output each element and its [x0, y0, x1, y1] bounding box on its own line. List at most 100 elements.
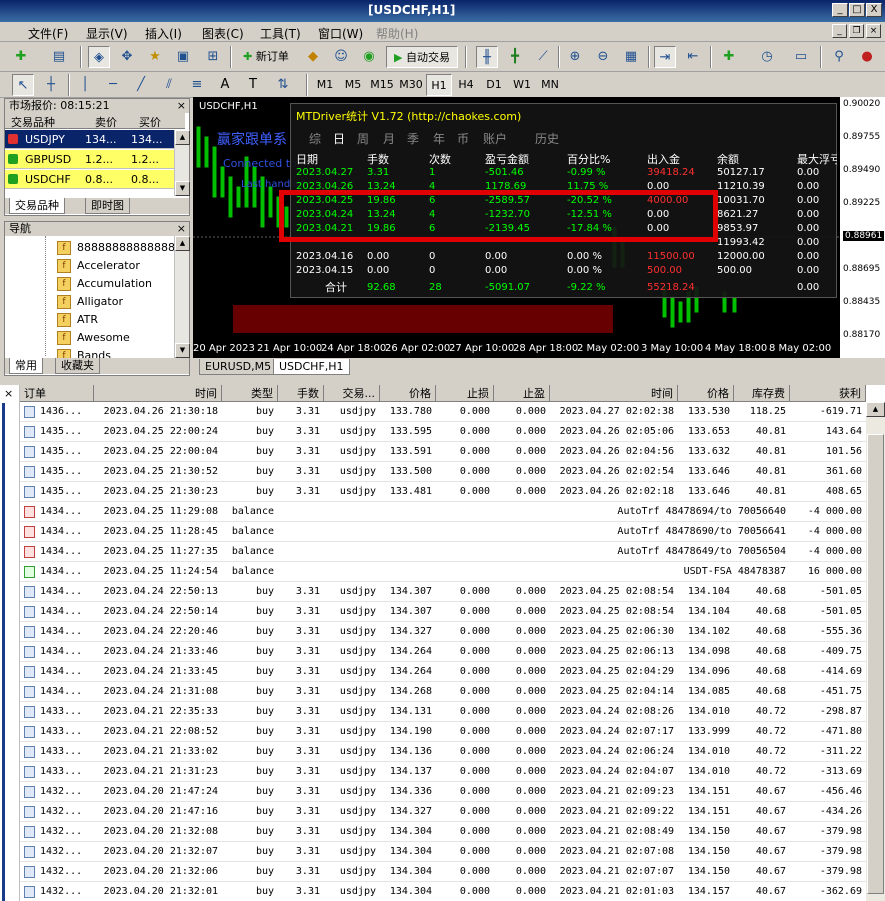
- table-row[interactable]: 1432... 2023.04.20 21:47:16 buy 3.31 usdjpy 1…: [0, 802, 866, 822]
- metaeditor-icon[interactable]: ◆: [302, 46, 324, 68]
- trendline-icon[interactable]: ╱: [130, 74, 152, 96]
- market-watch-icon[interactable]: ◈: [88, 46, 110, 68]
- column-header[interactable]: 订单: [20, 385, 94, 402]
- column-header[interactable]: 库存费: [734, 385, 790, 402]
- table-row[interactable]: 1434... 2023.04.25 11:24:54 balance USDT-FS…: [0, 562, 866, 582]
- zoom-in-icon[interactable]: ⊕: [564, 46, 586, 68]
- bar-chart-icon[interactable]: ╫: [476, 46, 498, 68]
- table-row[interactable]: 1434... 2023.04.24 21:33:45 buy 3.31 usdjpy 1…: [0, 662, 866, 682]
- nav-item[interactable]: f 8888888888888888: [57, 239, 189, 257]
- new-chart-icon[interactable]: ✚: [10, 46, 32, 68]
- column-header[interactable]: 止盈: [494, 385, 550, 402]
- mw-col-bid[interactable]: 卖价: [95, 114, 117, 130]
- chart-tab-usdchf[interactable]: USDCHF,H1: [273, 359, 350, 375]
- column-header[interactable]: 时间: [94, 385, 222, 402]
- signals-icon[interactable]: ◉: [358, 46, 380, 68]
- chart-shift-icon[interactable]: ⇤: [682, 46, 704, 68]
- table-row[interactable]: 1434... 2023.04.25 11:29:08 balance AutoTrf…: [0, 502, 866, 522]
- table-row[interactable]: 1433... 2023.04.21 22:08:52 buy 3.31 usdjpy 1…: [0, 722, 866, 742]
- tf-h4[interactable]: H4: [453, 74, 479, 96]
- table-row[interactable]: 1432... 2023.04.20 21:32:08 buy 3.31 usdjpy 1…: [0, 822, 866, 842]
- table-row[interactable]: 1433... 2023.04.21 21:33:02 buy 3.31 usdjpy 1…: [0, 742, 866, 762]
- column-header[interactable]: 止损: [436, 385, 494, 402]
- mw-row-usdjpy[interactable]: USDJPY 134... 134...: [5, 130, 175, 149]
- text-label-icon[interactable]: T: [242, 74, 264, 96]
- crosshair-icon[interactable]: ┼: [40, 74, 62, 96]
- tab-favorites[interactable]: 收藏夹: [55, 358, 100, 374]
- table-row[interactable]: 1435... 2023.04.25 21:30:52 buy 3.31 usdjpy 1…: [0, 462, 866, 482]
- market-watch-close-icon[interactable]: ×: [177, 99, 186, 113]
- menu-charts[interactable]: 图表(C): [202, 25, 244, 42]
- table-row[interactable]: 1434... 2023.04.24 22:50:13 buy 3.31 usdjpy 1…: [0, 582, 866, 602]
- tf-w1[interactable]: W1: [509, 74, 535, 96]
- tab-common[interactable]: 常用: [9, 358, 43, 374]
- stats-tab-currency[interactable]: 币: [457, 130, 469, 147]
- table-row[interactable]: 1432... 2023.04.20 21:32:07 buy 3.31 usdjpy 1…: [0, 842, 866, 862]
- table-row[interactable]: 1433... 2023.04.21 22:35:33 buy 3.31 usdjpy 1…: [0, 702, 866, 722]
- arrows-icon[interactable]: ⇅: [272, 74, 294, 96]
- alert-icon[interactable]: ●: [856, 46, 878, 68]
- stats-tab-history[interactable]: 历史: [535, 130, 559, 147]
- table-row[interactable]: 1432... 2023.04.20 21:32:01 buy 3.31 usdjpy 1…: [0, 882, 866, 901]
- table-row[interactable]: 1434... 2023.04.25 11:27:35 balance AutoTrf…: [0, 542, 866, 562]
- tf-m30[interactable]: M30: [397, 74, 425, 96]
- stats-tab-month[interactable]: 月: [383, 130, 395, 147]
- nav-item[interactable]: f Awesome: [57, 329, 130, 347]
- scroll-up-icon[interactable]: ▲: [175, 130, 190, 145]
- maximize-button[interactable]: □: [849, 3, 865, 17]
- tf-d1[interactable]: D1: [481, 74, 507, 96]
- nav-item[interactable]: f ATR: [57, 311, 98, 329]
- auto-trading-button[interactable]: ▶ 自动交易: [386, 46, 458, 68]
- table-row[interactable]: 1432... 2023.04.20 21:47:24 buy 3.31 usdjpy 1…: [0, 782, 866, 802]
- tf-mn[interactable]: MN: [537, 74, 563, 96]
- stats-tab-quarter[interactable]: 季: [407, 130, 419, 147]
- mw-row-usdchf[interactable]: USDCHF 0.8... 0.8...: [5, 170, 175, 189]
- table-row[interactable]: 1434... 2023.04.24 21:33:46 buy 3.31 usdjpy 1…: [0, 642, 866, 662]
- zoom-out-icon[interactable]: ⊖: [592, 46, 614, 68]
- channel-icon[interactable]: ⫽: [158, 74, 180, 96]
- column-header[interactable]: 交易...: [324, 385, 380, 402]
- tf-m5[interactable]: M5: [340, 74, 366, 96]
- profiles-icon[interactable]: ▤: [48, 46, 70, 68]
- autoscroll-icon[interactable]: ⇥: [654, 46, 676, 68]
- line-chart-icon[interactable]: ⟋: [532, 46, 554, 68]
- column-header[interactable]: 价格: [678, 385, 734, 402]
- stats-tab-summary[interactable]: 综: [309, 130, 321, 147]
- nav-item[interactable]: f Accumulation: [57, 275, 152, 293]
- candlestick-icon[interactable]: ╋: [504, 46, 526, 68]
- mw-row-gbpusd[interactable]: GBPUSD 1.2... 1.2...: [5, 150, 175, 169]
- menu-file[interactable]: 文件(F): [28, 25, 68, 42]
- fibonacci-icon[interactable]: ≡: [186, 74, 208, 96]
- scroll-down-icon[interactable]: ▼: [175, 343, 190, 358]
- table-row[interactable]: 1434... 2023.04.24 22:50:14 buy 3.31 usdjpy 1…: [0, 602, 866, 622]
- stats-tab-account[interactable]: 账户: [483, 130, 507, 147]
- table-row[interactable]: 1434... 2023.04.24 22:20:46 buy 3.31 usdjpy 1…: [0, 622, 866, 642]
- stats-tab-week[interactable]: 周: [357, 130, 369, 147]
- terminal-close-icon[interactable]: ×: [4, 387, 13, 400]
- data-window-icon[interactable]: ✥: [116, 46, 138, 68]
- templates-icon[interactable]: ▭: [790, 46, 812, 68]
- mw-scrollbar[interactable]: ▲ ▼: [174, 130, 190, 196]
- mw-col-symbol[interactable]: 交易品种: [11, 114, 55, 130]
- menu-window[interactable]: 窗口(W): [318, 25, 363, 42]
- table-row[interactable]: 1435... 2023.04.25 21:30:23 buy 3.31 usdjpy 1…: [0, 482, 866, 502]
- table-row[interactable]: 1436... 2023.04.26 21:30:18 buy 3.31 usdjpy 1…: [0, 402, 866, 422]
- menu-tools[interactable]: 工具(T): [260, 25, 301, 42]
- mdi-minimize-button[interactable]: _: [832, 24, 847, 38]
- community-icon[interactable]: ☺: [330, 46, 352, 68]
- tf-m15[interactable]: M15: [368, 74, 396, 96]
- menu-view[interactable]: 显示(V): [86, 25, 128, 42]
- column-header[interactable]: 类型: [222, 385, 278, 402]
- navigator-icon[interactable]: ★: [144, 46, 166, 68]
- tile-windows-icon[interactable]: ▦: [620, 46, 642, 68]
- navigator-close-icon[interactable]: ×: [177, 222, 186, 236]
- table-row[interactable]: 1432... 2023.04.20 21:32:06 buy 3.31 usdjpy 1…: [0, 862, 866, 882]
- tester-icon[interactable]: ⊞: [202, 46, 224, 68]
- nav-scrollbar[interactable]: ▲ ▼: [174, 236, 190, 358]
- close-button[interactable]: X: [866, 3, 882, 17]
- new-order-button[interactable]: ✚ 新订单: [236, 46, 296, 68]
- tf-m1[interactable]: M1: [312, 74, 338, 96]
- tf-h1[interactable]: H1: [426, 74, 452, 96]
- table-row[interactable]: 1435... 2023.04.25 22:00:04 buy 3.31 usdjpy 1…: [0, 442, 866, 462]
- nav-item[interactable]: f Alligator: [57, 293, 123, 311]
